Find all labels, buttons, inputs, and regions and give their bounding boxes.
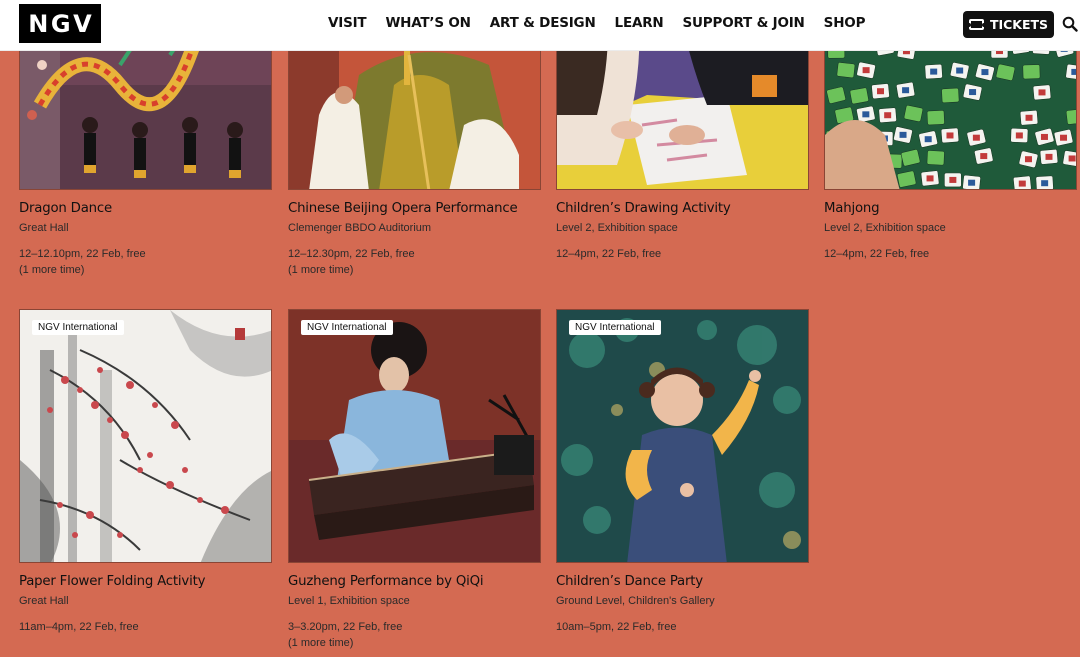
site-header: N G V VISIT WHAT’S ON ART & DESIGN LEARN… bbox=[0, 0, 1080, 51]
event-title[interactable]: Guzheng Performance by QiQi bbox=[288, 574, 541, 589]
logo-letter-g: G bbox=[50, 9, 71, 38]
event-time: 11am–4pm, 22 Feb, free bbox=[19, 621, 139, 633]
event-time: 12–12.10pm, 22 Feb, free bbox=[19, 248, 146, 260]
tickets-label: TICKETS bbox=[989, 17, 1049, 32]
event-title[interactable]: Children’s Dance Party bbox=[556, 574, 809, 589]
event-venue: Great Hall bbox=[19, 222, 69, 234]
tickets-button[interactable]: TICKETS bbox=[963, 11, 1054, 38]
event-time: 12–12.30pm, 22 Feb, free bbox=[288, 248, 415, 260]
event-card-paper-flower[interactable]: NGV International Paper Flower Folding A… bbox=[19, 309, 272, 635]
logo-letter-n: N bbox=[28, 9, 49, 38]
event-title[interactable]: Paper Flower Folding Activity bbox=[19, 574, 272, 589]
venue-badge: NGV International bbox=[301, 320, 393, 335]
nav-shop[interactable]: SHOP bbox=[824, 15, 866, 31]
ngv-logo[interactable]: N G V bbox=[19, 4, 101, 43]
event-more-times[interactable]: (1 more time) bbox=[288, 635, 541, 651]
event-card-childrens-dance-party[interactable]: NGV International Children’s Dance Party… bbox=[556, 309, 809, 635]
nav-art-design[interactable]: ART & DESIGN bbox=[490, 15, 596, 31]
event-time: 12–4pm, 22 Feb, free bbox=[556, 248, 662, 260]
venue-badge: NGV International bbox=[32, 320, 124, 335]
event-more-times[interactable]: (1 more time) bbox=[19, 262, 272, 278]
event-time: 12–4pm, 22 Feb, free bbox=[824, 248, 930, 260]
event-image-paper-flower[interactable]: NGV International bbox=[19, 309, 272, 563]
event-venue: Level 2, Exhibition space bbox=[824, 222, 946, 234]
nav-whats-on[interactable]: WHAT’S ON bbox=[385, 15, 471, 31]
nav-learn[interactable]: LEARN bbox=[615, 15, 664, 31]
search-icon bbox=[1062, 16, 1078, 32]
event-time: 3–3.20pm, 22 Feb, free bbox=[288, 621, 403, 633]
event-card-guzheng[interactable]: NGV International Guzheng Performance by… bbox=[288, 309, 541, 651]
event-title[interactable]: Chinese Beijing Opera Performance bbox=[288, 201, 541, 216]
event-venue: Clemenger BBDO Auditorium bbox=[288, 222, 432, 234]
ticket-icon bbox=[966, 19, 986, 30]
venue-badge: NGV International bbox=[569, 320, 661, 335]
event-title[interactable]: Children’s Drawing Activity bbox=[556, 201, 809, 216]
event-venue: Great Hall bbox=[19, 595, 69, 607]
search-button[interactable] bbox=[1062, 16, 1078, 32]
event-image-childrens-dance-party[interactable]: NGV International bbox=[556, 309, 809, 563]
logo-letter-v: V bbox=[73, 9, 92, 38]
event-more-times[interactable]: (1 more time) bbox=[288, 262, 541, 278]
event-venue: Level 2, Exhibition space bbox=[556, 222, 678, 234]
main-nav: VISIT WHAT’S ON ART & DESIGN LEARN SUPPO… bbox=[328, 15, 884, 31]
event-title[interactable]: Dragon Dance bbox=[19, 201, 272, 216]
nav-visit[interactable]: VISIT bbox=[328, 15, 367, 31]
nav-support-join[interactable]: SUPPORT & JOIN bbox=[683, 15, 805, 31]
event-venue: Ground Level, Children's Gallery bbox=[556, 595, 715, 607]
event-time: 10am–5pm, 22 Feb, free bbox=[556, 621, 677, 633]
event-image-guzheng[interactable]: NGV International bbox=[288, 309, 541, 563]
event-title[interactable]: Mahjong bbox=[824, 201, 1077, 216]
event-venue: Level 1, Exhibition space bbox=[288, 595, 410, 607]
